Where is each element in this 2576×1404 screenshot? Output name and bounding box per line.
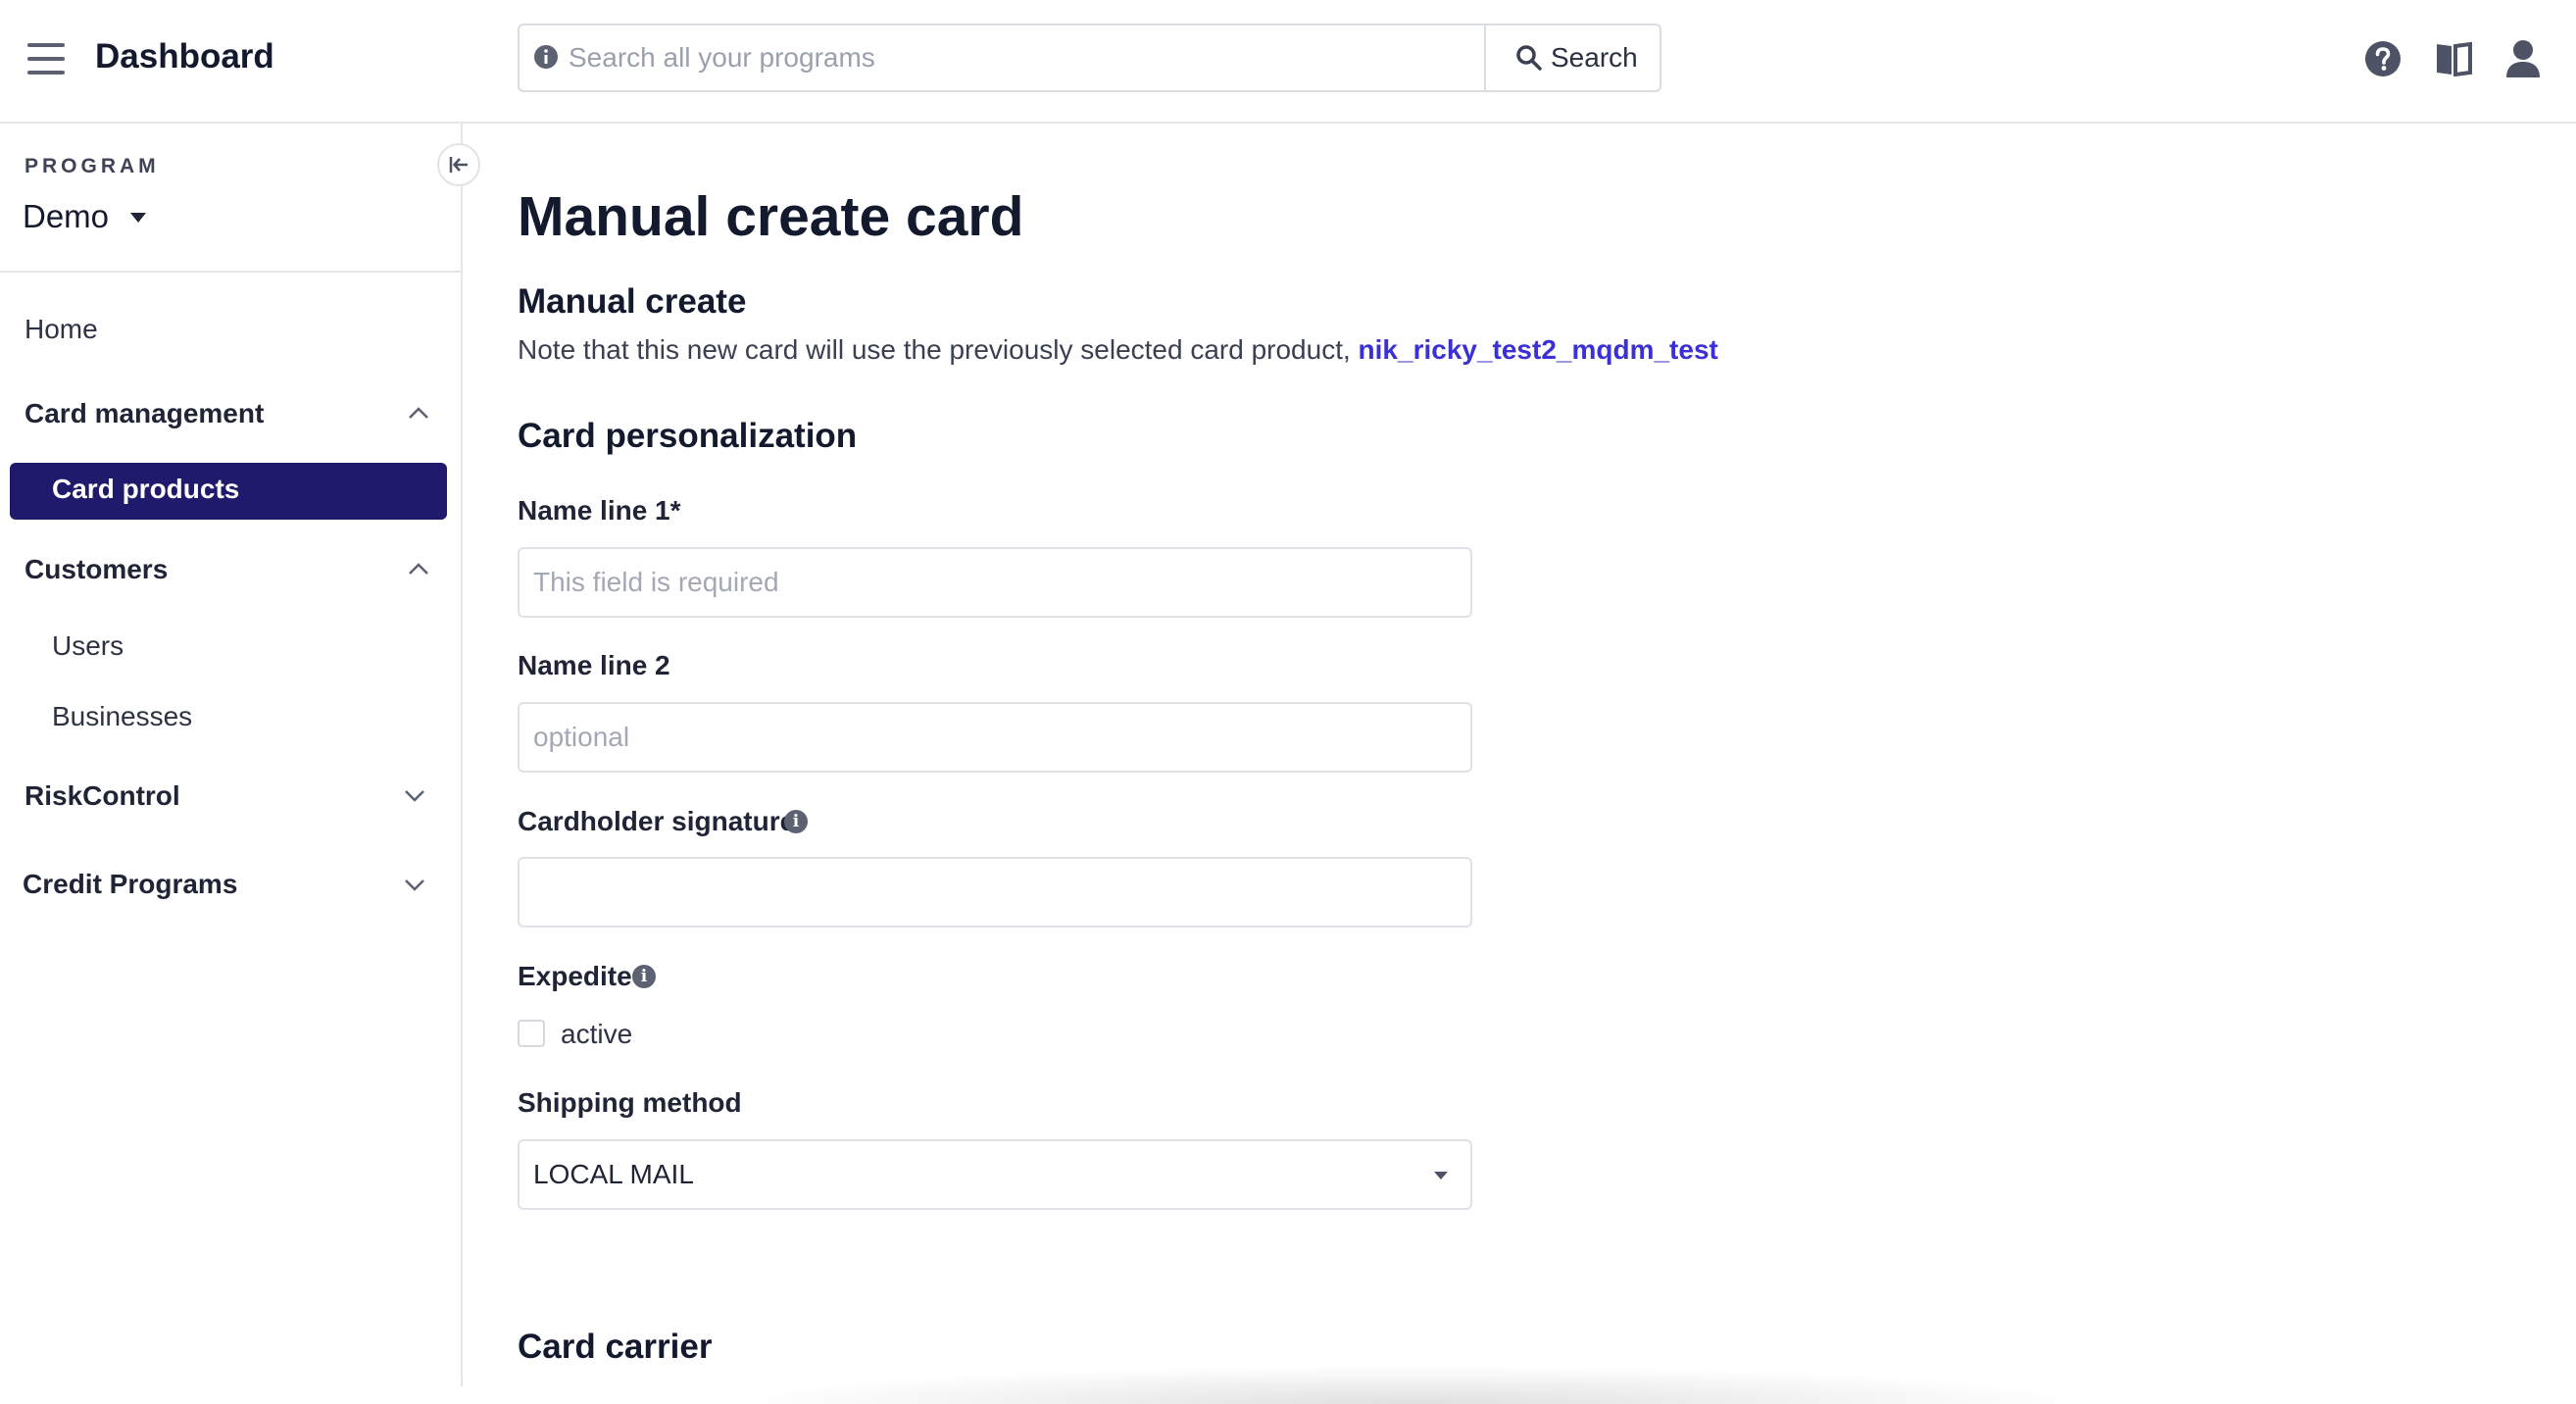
sidebar-item-riskcontrol[interactable]: RiskControl <box>25 780 180 812</box>
sidebar-item-card-management[interactable]: Card management <box>25 398 264 429</box>
section-title-manual-create: Manual create <box>518 282 747 321</box>
sidebar-item-users[interactable]: Users <box>52 630 124 662</box>
expedite-checkbox[interactable] <box>518 1020 545 1047</box>
expedite-checkbox-label: active <box>561 1019 633 1049</box>
collapse-left-icon <box>449 157 468 173</box>
info-icon[interactable]: i <box>632 965 656 988</box>
card-product-link[interactable]: nik_ricky_test2_mqdm_test <box>1359 334 1718 365</box>
name-line-2-label: Name line 2 <box>518 650 670 680</box>
name-line-1-placeholder: This field is required <box>533 567 779 597</box>
chevron-down-icon[interactable] <box>404 789 425 803</box>
note-label: Note that this new card will use the pre… <box>518 334 1351 365</box>
sidebar-item-label: Card products <box>52 474 240 504</box>
program-selector[interactable]: Demo <box>23 198 109 235</box>
shipping-method-value: LOCAL MAIL <box>533 1159 694 1189</box>
app-title: Dashboard <box>95 37 274 75</box>
book-icon[interactable] <box>2435 41 2472 76</box>
section-title-card-carrier: Card carrier <box>518 1328 713 1366</box>
cardholder-signature-label: Cardholder signature <box>518 806 796 836</box>
expedite-label: Expedite <box>518 961 632 991</box>
menu-icon[interactable] <box>27 43 65 75</box>
sidebar-item-home[interactable]: Home <box>25 314 98 345</box>
caret-down-icon[interactable] <box>1433 1171 1449 1180</box>
chevron-up-icon[interactable] <box>408 406 429 420</box>
user-icon[interactable] <box>2505 39 2541 78</box>
sidebar-item-credit-programs[interactable]: Credit Programs <box>23 869 237 900</box>
caret-down-icon[interactable] <box>129 212 147 224</box>
sidebar-item-businesses[interactable]: Businesses <box>52 701 192 732</box>
section-title-card-personalization: Card personalization <box>518 417 858 455</box>
name-line-2-input[interactable] <box>518 702 1472 773</box>
shipping-method-label: Shipping method <box>518 1087 742 1118</box>
bottom-shadow <box>725 1365 2098 1404</box>
page-title: Manual create card <box>518 185 1024 248</box>
name-line-1-label: Name line 1* <box>518 495 681 526</box>
name-line-2-placeholder: optional <box>533 722 630 752</box>
search-icon <box>1516 45 1542 71</box>
info-icon[interactable]: i <box>784 810 808 833</box>
cardholder-signature-input[interactable] <box>518 857 1472 928</box>
info-icon <box>534 45 558 69</box>
chevron-up-icon[interactable] <box>408 562 429 576</box>
help-icon[interactable] <box>2364 40 2402 77</box>
search-button-label: Search <box>1551 42 1638 73</box>
sidebar-item-customers[interactable]: Customers <box>25 554 168 585</box>
note-text: Note that this new card will use the pre… <box>518 334 1718 366</box>
program-label: PROGRAM <box>25 155 160 177</box>
search-placeholder: Search all your programs <box>569 42 875 73</box>
sidebar-divider <box>0 271 461 273</box>
chevron-down-icon[interactable] <box>404 878 425 892</box>
